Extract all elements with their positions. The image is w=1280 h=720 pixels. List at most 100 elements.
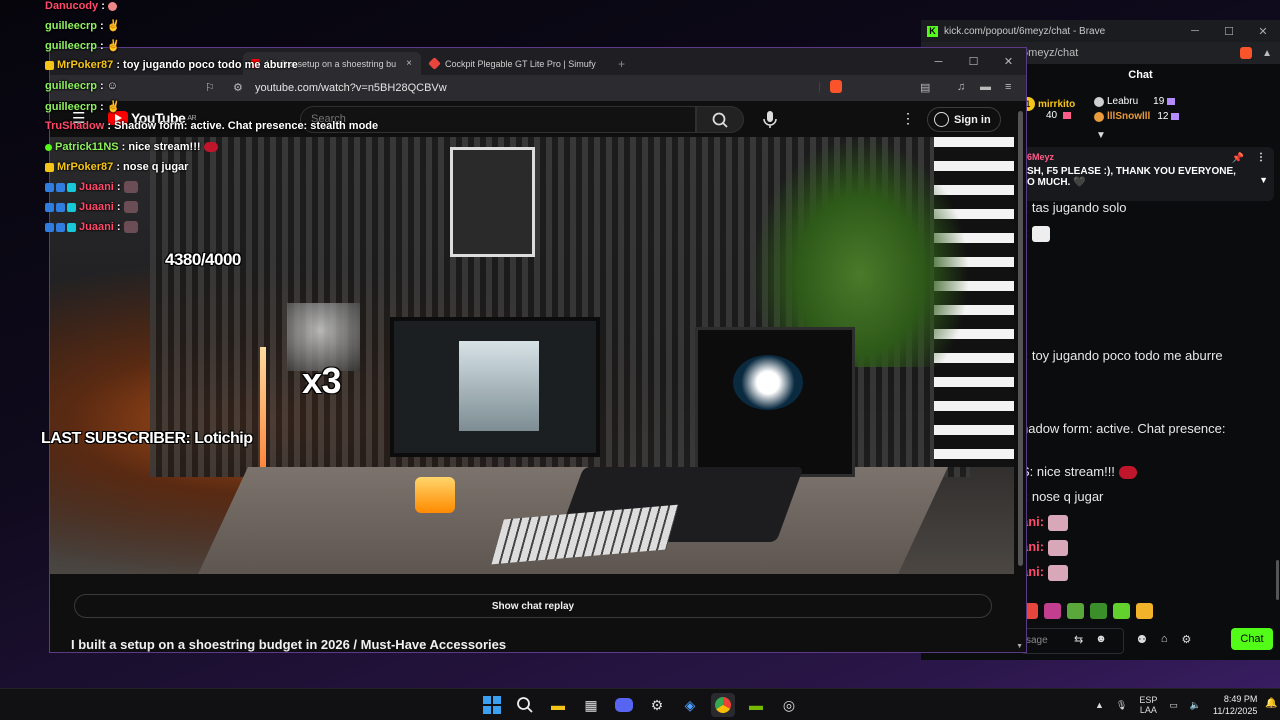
video-frame-monitor bbox=[390, 317, 600, 457]
video-player[interactable] bbox=[50, 137, 1014, 574]
overlay-chat-username: Juaani bbox=[79, 221, 114, 233]
reader-mode-icon[interactable]: ▤ bbox=[920, 81, 930, 94]
taskbar-search-button[interactable] bbox=[513, 693, 537, 717]
overlay-chat-username: Juaani bbox=[79, 181, 114, 193]
overlay-chat-username: guilleecrp bbox=[45, 101, 97, 113]
scroll-down-arrow-icon[interactable]: ▼ bbox=[1016, 643, 1023, 650]
brave-shield-icon[interactable] bbox=[1240, 47, 1253, 59]
volume-icon[interactable]: 🔈 bbox=[1190, 700, 1201, 711]
address-bar[interactable]: ⚐ ⚙ youtube.com/watch?v=n5BH28QCBVw | ▤ … bbox=[50, 75, 1026, 101]
system-tray: ▲ 🎙 ESP LAA ▭ 🔈 bbox=[1095, 695, 1201, 715]
pin-icon[interactable]: 📌 bbox=[1232, 153, 1244, 164]
badge-icon bbox=[45, 202, 54, 212]
sign-in-label: Sign in bbox=[954, 113, 991, 126]
emote-icon bbox=[123, 221, 138, 234]
emote-bar bbox=[1021, 603, 1153, 619]
top-gifter-2[interactable]: Leabru 19 bbox=[1094, 96, 1176, 107]
among-us-emote-icon bbox=[203, 142, 218, 153]
language-indicator[interactable]: ESP LAA bbox=[1139, 695, 1157, 715]
voice-search-button[interactable] bbox=[756, 106, 784, 133]
overlay-chat-line: Patrick11NS : nice stream!!! bbox=[45, 141, 218, 153]
users-icon[interactable]: ⚉ bbox=[1137, 633, 1147, 646]
emote-icon bbox=[107, 1, 117, 11]
new-tab-button[interactable]: + bbox=[610, 52, 630, 75]
overlay-chat-line: TruShadow : Shadow form: active. Chat pr… bbox=[45, 120, 379, 132]
kick-scrollbar[interactable] bbox=[1276, 560, 1279, 600]
user-badges bbox=[45, 162, 54, 172]
site-info-icon[interactable]: ⚙ bbox=[233, 81, 243, 94]
store-icon[interactable]: ▦ bbox=[579, 693, 603, 717]
pinned-message[interactable]: 6Meyz SH, F5 PLEASE :), THANK YOU EVERYO… bbox=[1021, 147, 1274, 201]
settings-icon[interactable]: ⚙ bbox=[1182, 633, 1192, 646]
nvidia-icon[interactable]: ▬ bbox=[744, 693, 768, 717]
notification-icon[interactable]: 🔔 bbox=[1265, 698, 1277, 709]
wallet-icon[interactable]: ▬ bbox=[980, 81, 991, 93]
obs-icon[interactable]: ◎ bbox=[777, 693, 801, 717]
brave-shield-icon[interactable] bbox=[830, 80, 842, 93]
emote-icon[interactable] bbox=[1113, 603, 1130, 619]
emote-icon[interactable] bbox=[1044, 603, 1061, 619]
show-chat-replay-button[interactable]: Show chat replay bbox=[74, 594, 992, 618]
more-options-icon[interactable]: ⋮ bbox=[1256, 152, 1266, 163]
chat-input[interactable]: sage bbox=[1021, 628, 1124, 654]
microphone-icon bbox=[763, 111, 777, 128]
media-icon[interactable]: ♫ bbox=[957, 81, 965, 93]
search-button[interactable] bbox=[696, 106, 744, 133]
sub-goal-counter: 4380/4000 bbox=[165, 250, 241, 269]
top-gifter-3[interactable]: lllSnowlll 12 bbox=[1094, 111, 1180, 122]
maximize-icon[interactable]: ☐ bbox=[956, 48, 991, 75]
translate-icon[interactable]: ⇆ bbox=[1074, 633, 1083, 646]
chat-message: /: nose q jugar bbox=[1021, 489, 1104, 504]
microphone-icon[interactable]: 🎙 bbox=[1116, 700, 1127, 711]
top-gifter-1[interactable]: 1 mirrkito bbox=[1021, 97, 1075, 111]
chevron-down-icon[interactable]: ▼ bbox=[1096, 130, 1106, 141]
user-badges bbox=[45, 202, 76, 212]
menu-icon[interactable]: ≡ bbox=[1005, 81, 1011, 93]
minimize-icon[interactable]: ─ bbox=[921, 48, 956, 75]
minimize-icon[interactable]: ─ bbox=[1178, 25, 1212, 38]
close-icon[interactable]: ✕ bbox=[1246, 25, 1280, 38]
send-chat-button[interactable]: Chat bbox=[1231, 628, 1273, 650]
start-button[interactable] bbox=[480, 693, 504, 717]
chrome-icon[interactable] bbox=[711, 693, 735, 717]
taskbar-clock[interactable]: 8:49 PM 11/12/2025 bbox=[1213, 693, 1257, 717]
scrollbar-thumb[interactable] bbox=[1018, 111, 1023, 566]
badge-icon bbox=[67, 222, 76, 232]
store-icon[interactable]: ⌂ bbox=[1161, 633, 1168, 646]
chat-message: ani: bbox=[1021, 564, 1068, 581]
gift-icon bbox=[1167, 98, 1176, 105]
hand-emoji-icon: ✌ bbox=[106, 40, 121, 52]
overlay-chat-username: MrPoker87 bbox=[57, 59, 114, 71]
overlay-chat-text: toy jugando poco todo me aburre bbox=[123, 59, 298, 71]
chevron-up-icon[interactable]: ▲ bbox=[1095, 700, 1104, 710]
chat-input-placeholder: sage bbox=[1026, 635, 1048, 646]
emote-icon bbox=[1031, 225, 1050, 242]
overlay-chat-line: Juaani : bbox=[45, 221, 138, 234]
discord-icon[interactable] bbox=[612, 693, 636, 717]
app-icon[interactable]: ◈ bbox=[678, 693, 702, 717]
maximize-icon[interactable]: ☐ bbox=[1212, 25, 1246, 38]
emote-icon[interactable] bbox=[1090, 603, 1107, 619]
pinned-text-line2: O MUCH. 🖤 bbox=[1027, 177, 1086, 188]
badge-icon bbox=[56, 182, 65, 192]
more-options-icon[interactable]: ⋮ bbox=[901, 110, 915, 127]
emote-icon[interactable] bbox=[1067, 603, 1084, 619]
tab-close-icon[interactable]: × bbox=[406, 58, 412, 69]
bookmark-icon[interactable]: ⚐ bbox=[205, 81, 215, 94]
tab-simufy[interactable]: Cockpit Plegable GT Lite Pro | Simufy bbox=[422, 52, 618, 75]
emoji-icon[interactable]: ☻ bbox=[1095, 633, 1107, 646]
page-scrollbar[interactable] bbox=[1018, 106, 1023, 644]
network-icon[interactable]: ▭ bbox=[1169, 700, 1178, 711]
emote-icon[interactable] bbox=[1136, 603, 1153, 619]
file-explorer-icon[interactable]: ▬ bbox=[546, 693, 570, 717]
steam-icon[interactable]: ⚙ bbox=[645, 693, 669, 717]
windows-logo-icon bbox=[483, 696, 501, 714]
overlay-chat-line: guilleecrp : ✌ bbox=[45, 20, 121, 32]
close-icon[interactable]: ✕ bbox=[991, 48, 1026, 75]
menu-icon[interactable]: ▲ bbox=[1262, 48, 1272, 59]
overlay-chat-line: MrPoker87 : nose q jugar bbox=[45, 161, 188, 173]
chevron-down-icon[interactable]: ▼ bbox=[1259, 175, 1268, 185]
kick-titlebar: K kick.com/popout/6meyz/chat - Brave ─ ☐… bbox=[921, 20, 1280, 42]
overlay-chat-username: guilleecrp bbox=[45, 80, 97, 92]
sign-in-button[interactable]: Sign in bbox=[927, 107, 1001, 132]
